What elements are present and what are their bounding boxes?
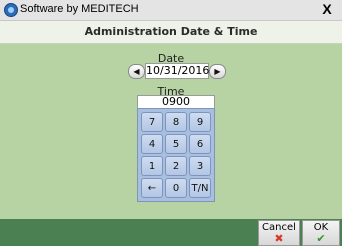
key-tn[interactable]: T/N bbox=[189, 178, 211, 198]
key-1[interactable]: 1 bbox=[141, 156, 163, 176]
window-title: Software by MEDITECH bbox=[20, 3, 139, 15]
cancel-x-icon: ✖ bbox=[274, 232, 284, 245]
cancel-button[interactable]: Cancel ✖ bbox=[258, 220, 300, 246]
window-titlebar: Software by MEDITECH X bbox=[0, 0, 342, 21]
arrow-left-icon: ◀ bbox=[133, 67, 140, 76]
date-previous-button[interactable]: ◀ bbox=[128, 64, 145, 79]
arrow-right-icon: ▶ bbox=[214, 67, 221, 76]
key-8[interactable]: 8 bbox=[165, 112, 187, 132]
dialog-title: Administration Date & Time bbox=[84, 25, 258, 38]
date-field[interactable]: 10/31/2016 bbox=[145, 63, 209, 79]
ok-button[interactable]: OK ✔ bbox=[302, 220, 340, 246]
key-9[interactable]: 9 bbox=[189, 112, 211, 132]
key-3[interactable]: 3 bbox=[189, 156, 211, 176]
meditech-app-icon bbox=[4, 3, 18, 17]
key-0[interactable]: 0 bbox=[165, 178, 187, 198]
key-7[interactable]: 7 bbox=[141, 112, 163, 132]
key-5[interactable]: 5 bbox=[165, 134, 187, 154]
ok-check-icon: ✔ bbox=[316, 232, 326, 245]
date-next-button[interactable]: ▶ bbox=[209, 64, 226, 79]
backspace-key[interactable]: ← bbox=[141, 178, 163, 198]
key-2[interactable]: 2 bbox=[165, 156, 187, 176]
key-6[interactable]: 6 bbox=[189, 134, 211, 154]
dialog-header: Administration Date & Time bbox=[0, 21, 342, 44]
numeric-keypad: 7 8 9 4 5 6 1 2 3 ← 0 T/N bbox=[137, 108, 215, 202]
time-field[interactable]: 0900 bbox=[137, 95, 215, 109]
close-button[interactable]: X bbox=[318, 1, 336, 18]
key-4[interactable]: 4 bbox=[141, 134, 163, 154]
